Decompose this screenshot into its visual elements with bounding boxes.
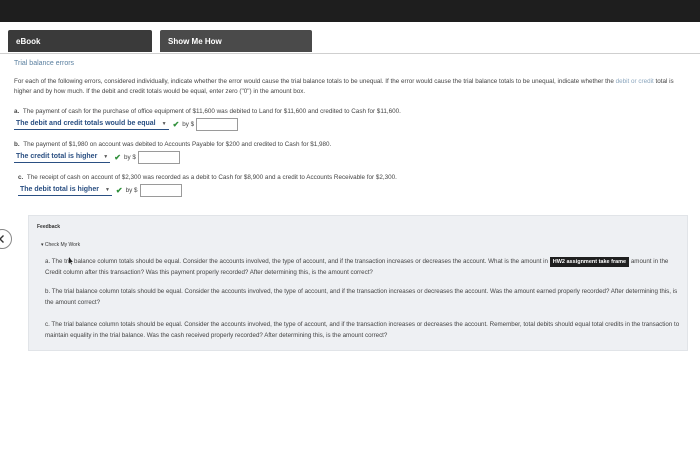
feedback-c: c. The trial balance column totals shoul… [45,321,680,339]
answer-a-selected: The debit and credit totals would be equ… [16,120,156,127]
feedback-a-part1: a. The tri [45,258,70,265]
answer-b-select[interactable]: The credit total is higher ▼ [14,152,111,163]
answer-row-c: The debit total is higher ▼ ✔ by $ [18,183,690,197]
answer-c-select[interactable]: The debit total is higher ▼ [18,185,112,196]
feedback-b: b. The trial balance column totals shoul… [45,288,678,306]
question-a-text: The payment of cash for the purchase of … [22,108,401,115]
tab-show-me-how-label: Show Me How [168,36,222,46]
debit-credit-link[interactable]: debit or credit [616,78,654,85]
question-a-label: a. [14,108,20,115]
check-my-work-toggle[interactable]: ▾ Check My Work [41,242,80,248]
feedback-heading: Feedback [37,224,61,230]
answer-b-by: by $ [123,153,136,161]
chevron-left-icon [0,235,4,243]
instructions-part1: For each of the following errors, consid… [14,78,616,85]
tooltip: HW2 assignment take frame [549,257,630,267]
feedback-a: a. The tri balance column totals should … [45,257,685,278]
tab-ebook-label: eBook [16,36,41,46]
instructions: For each of the following errors, consid… [14,77,686,97]
question-a: a. The payment of cash for the purchase … [14,107,690,131]
chevron-down-icon: ▼ [103,153,109,160]
problem-content: Trial balance errors For each of the fol… [14,60,690,206]
feedback-a-part2: balance column totals should be equal. C… [72,258,549,265]
answer-a-amount-input[interactable] [196,117,239,131]
question-b-text: The payment of $1,980 on account was deb… [23,141,332,148]
tab-show-me-how[interactable]: Show Me How [160,30,312,52]
feedback-panel: Feedback ▾ Check My Work a. The tri bala… [28,215,688,351]
answer-c-selected: The debit total is higher [20,186,99,193]
question-c: c. The receipt of cash on account of $2,… [18,173,690,197]
tab-ebook[interactable]: eBook [8,30,152,52]
question-c-text: The receipt of cash on account of $2,300… [26,174,397,181]
checkmark-icon: ✔ [115,185,123,195]
answer-b-amount-input[interactable] [137,150,180,164]
answer-a-select[interactable]: The debit and credit totals would be equ… [14,119,169,130]
problem-title: Trial balance errors [14,60,75,67]
question-b-label: b. [14,141,20,148]
checkmark-icon: ✔ [172,119,180,129]
question-b: b. The payment of $1,980 on account was … [14,140,690,164]
chevron-down-icon: ▼ [161,120,167,127]
chevron-down-icon: ▼ [104,186,110,193]
answer-b-selected: The credit total is higher [16,153,98,160]
checkmark-icon: ✔ [114,152,121,162]
question-c-label: c. [18,174,24,181]
answer-c-amount-input[interactable] [139,183,182,197]
tab-bar: eBook Show Me How [0,24,700,54]
answer-a-by: by $ [182,120,195,128]
answer-row-b: The credit total is higher ▼ ✔ by $ [14,150,690,164]
answer-row-a: The debit and credit totals would be equ… [14,117,690,131]
answer-c-by: by $ [125,186,138,194]
